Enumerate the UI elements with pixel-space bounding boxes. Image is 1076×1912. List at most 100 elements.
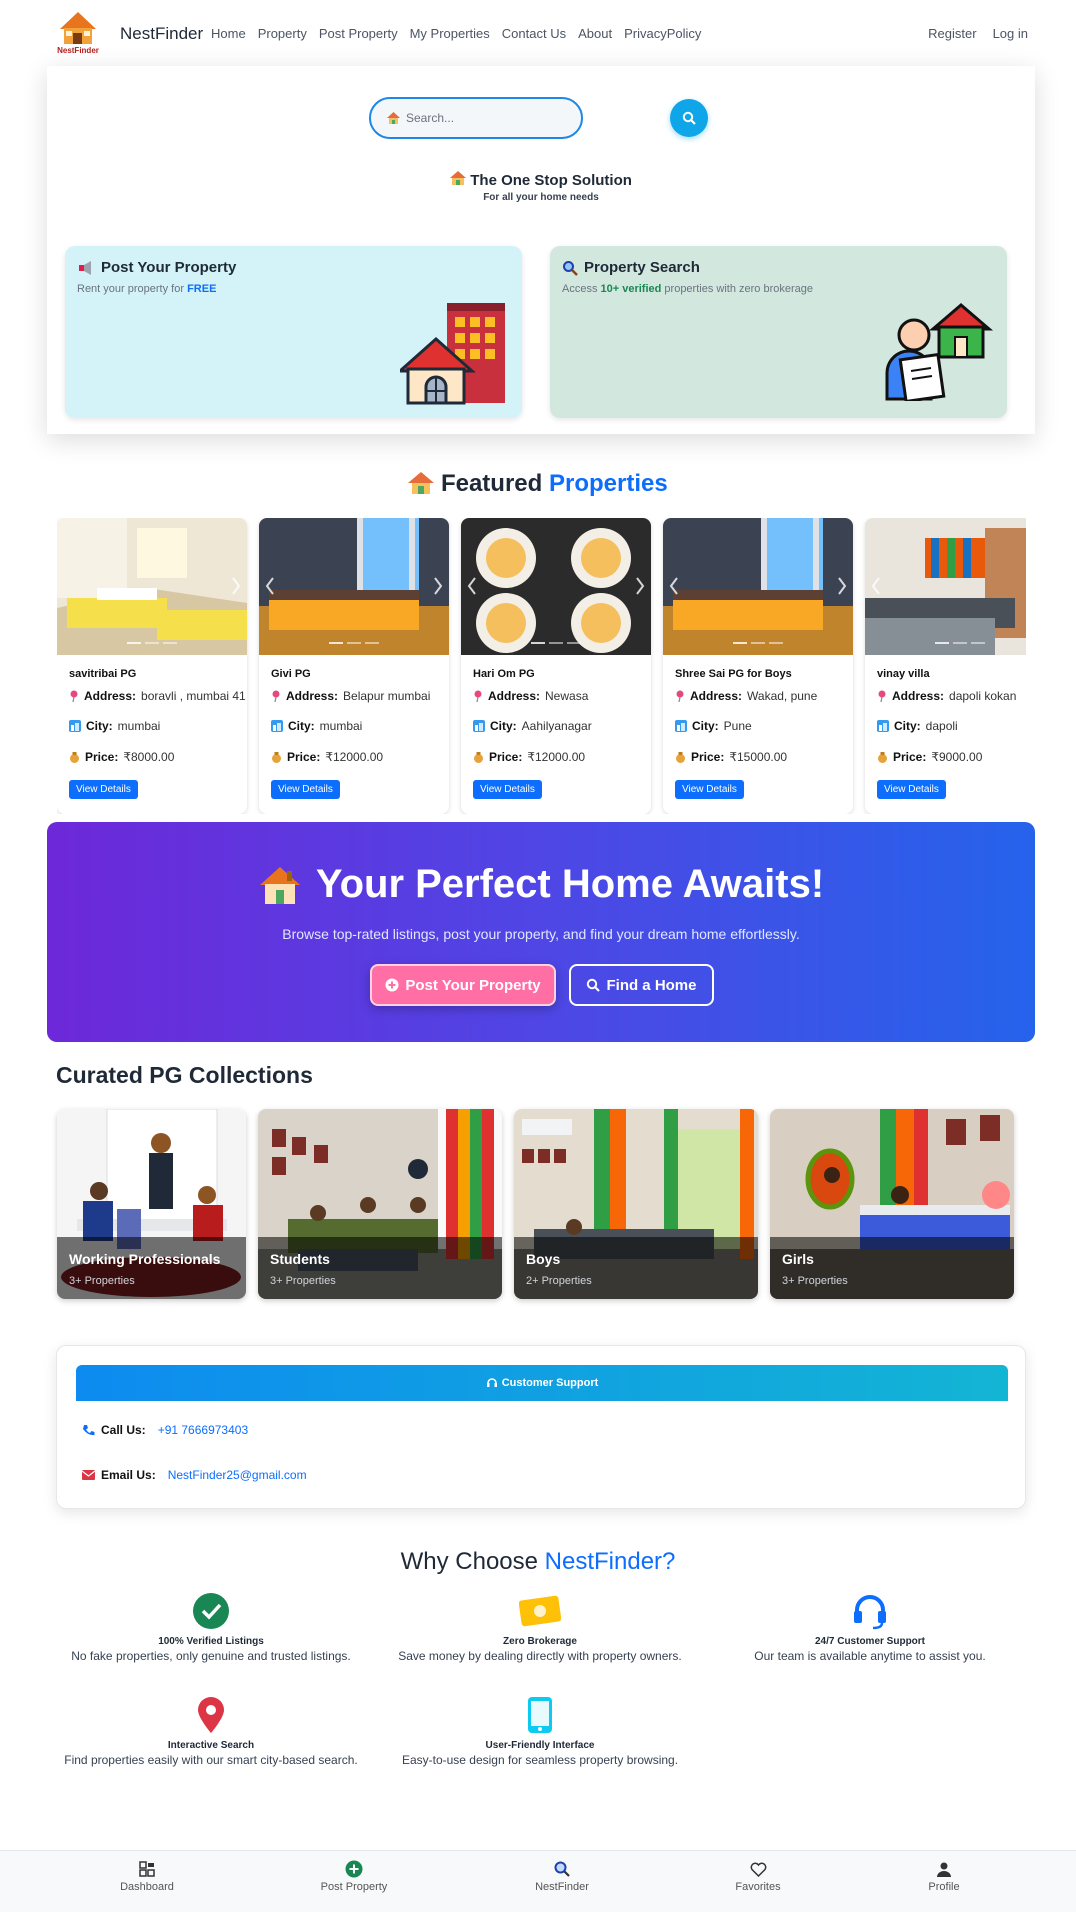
view-details-button[interactable]: View Details xyxy=(69,780,138,799)
view-details-button[interactable]: View Details xyxy=(675,780,744,799)
collection-girls[interactable]: Girls 3+ Properties xyxy=(770,1109,1014,1299)
plus-circle-icon xyxy=(385,978,399,992)
money-bag-icon xyxy=(70,752,79,763)
property-photo[interactable] xyxy=(663,518,853,655)
collection-students[interactable]: Students 3+ Properties xyxy=(258,1109,502,1299)
property-address: Address: Belapur mumbai xyxy=(271,689,430,703)
collection-count: 3+ Properties xyxy=(782,1275,848,1287)
why-item-desc: Find properties easily with our smart ci… xyxy=(64,1753,358,1767)
why-item-title: 100% Verified Listings xyxy=(158,1636,264,1647)
property-photo[interactable] xyxy=(259,518,449,655)
banner-subtitle: Browse top-rated listings, post your pro… xyxy=(282,926,800,942)
pushpin-icon xyxy=(676,690,684,702)
search-card-subtitle: Access 10+ verified properties with zero… xyxy=(562,283,813,295)
envelope-icon xyxy=(82,1470,95,1480)
why-item-desc: Our team is available anytime to assist … xyxy=(754,1649,986,1663)
banner-find-home-button[interactable]: Find a Home xyxy=(569,964,714,1006)
login-link[interactable]: Log in xyxy=(993,26,1028,41)
city-icon xyxy=(877,720,889,732)
why-verified-listings: 100% Verified Listings No fake propertie… xyxy=(46,1592,376,1663)
heart-icon xyxy=(750,1862,766,1877)
support-email-link[interactable]: NestFinder25@gmail.com xyxy=(168,1468,307,1482)
nestfinder-logo[interactable]: NestFinder xyxy=(52,9,104,55)
nav-property[interactable]: Property xyxy=(258,26,307,41)
city-icon xyxy=(473,720,485,732)
property-card[interactable]: Givi PG Address: Belapur mumbai City: mumbai… xyxy=(259,518,449,814)
house-icon xyxy=(259,866,300,904)
person-house-illustration xyxy=(885,303,994,401)
pushpin-icon xyxy=(272,690,280,702)
bottom-nav-profile[interactable]: Profile xyxy=(884,1859,1004,1893)
property-address: Address: dapoli kokan xyxy=(877,689,1016,703)
why-zero-brokerage: Zero Brokerage Save money by dealing dir… xyxy=(375,1592,705,1663)
property-address: Address: Newasa xyxy=(473,689,588,703)
headset-icon xyxy=(486,1378,497,1387)
bottom-navigation: Dashboard Post Property NestFinder Favor… xyxy=(0,1850,1076,1912)
brand-name[interactable]: NestFinder xyxy=(120,24,203,44)
property-card[interactable]: Hari Om PG Address: Newasa City: Aahilyanaga… xyxy=(461,518,651,814)
bottom-nav-post-property[interactable]: Post Property xyxy=(294,1859,414,1893)
collection-name: Girls xyxy=(782,1251,814,1267)
headset-icon xyxy=(854,1595,886,1630)
banner-title-text: Your Perfect Home Awaits! xyxy=(315,862,825,906)
home-icon xyxy=(387,112,400,124)
collection-working-professionals[interactable]: Working Professionals 3+ Properties xyxy=(57,1109,246,1299)
view-details-button[interactable]: View Details xyxy=(877,780,946,799)
post-card-title-text: Post Your Property xyxy=(101,259,237,276)
bottom-nav-dashboard[interactable]: Dashboard xyxy=(87,1859,207,1893)
money-bag-icon xyxy=(474,752,483,763)
nav-links: Home Property Post Property My Propertie… xyxy=(211,26,701,41)
banner-post-property-button[interactable]: Post Your Property xyxy=(370,964,556,1006)
property-card[interactable]: Shree Sai PG for Boys Address: Wakad, pune… xyxy=(663,518,853,814)
collection-boys[interactable]: Boys 2+ Properties xyxy=(514,1109,758,1299)
why-item-desc: No fake properties, only genuine and tru… xyxy=(71,1649,351,1663)
property-card[interactable]: vinay villa Address: dapoli kokan City: dapo… xyxy=(865,518,1026,814)
view-details-button[interactable]: View Details xyxy=(473,780,542,799)
pushpin-icon xyxy=(878,690,886,702)
search-icon xyxy=(554,1861,570,1877)
banner-title: Your Perfect Home Awaits! xyxy=(47,862,1035,907)
megaphone-icon xyxy=(79,260,91,275)
nav-home[interactable]: Home xyxy=(211,26,246,41)
property-city: City: mumbai xyxy=(271,719,362,733)
property-search-card[interactable]: Property Search Access 10+ verified prop… xyxy=(550,246,1007,418)
why-choose-title: Why Choose NestFinder? xyxy=(400,1548,676,1575)
post-property-card[interactable]: Post Your Property Rent your property fo… xyxy=(65,246,522,418)
auth-links: Register Log in xyxy=(928,26,1028,41)
plus-circle-icon xyxy=(345,1860,363,1878)
home-icon xyxy=(450,171,467,185)
nav-contact-us[interactable]: Contact Us xyxy=(502,26,566,41)
property-photo[interactable] xyxy=(57,518,247,655)
search-icon xyxy=(587,978,601,992)
search-input[interactable]: Search... xyxy=(369,97,583,139)
logo-wordmark: NestFinder xyxy=(57,46,99,55)
dashboard-icon xyxy=(139,1861,155,1877)
tagline-subtitle: For all your home needs xyxy=(483,192,599,203)
support-phone-link[interactable]: +91 7666973403 xyxy=(158,1423,248,1437)
why-item-title: User-Friendly Interface xyxy=(485,1740,595,1751)
customer-support-card: Customer Support Call Us: +91 7666973403… xyxy=(56,1345,1026,1509)
search-button[interactable] xyxy=(670,99,708,137)
register-link[interactable]: Register xyxy=(928,26,976,41)
property-city: City: mumbai xyxy=(69,719,160,733)
why-item-desc: Easy-to-use design for seamless property… xyxy=(401,1753,679,1767)
city-icon xyxy=(675,720,687,732)
property-photo[interactable] xyxy=(865,518,1026,655)
nav-privacy-policy[interactable]: PrivacyPolicy xyxy=(624,26,701,41)
nav-about[interactable]: About xyxy=(578,26,612,41)
nav-my-properties[interactable]: My Properties xyxy=(410,26,490,41)
nav-post-property[interactable]: Post Property xyxy=(319,26,398,41)
collection-overlay xyxy=(57,1237,246,1299)
money-bill-icon xyxy=(519,1595,561,1627)
bottom-nav-nestfinder[interactable]: NestFinder xyxy=(502,1859,622,1893)
property-card[interactable]: savitribai PG Address: boravli , mumbai 41… xyxy=(57,518,247,814)
view-details-button[interactable]: View Details xyxy=(271,780,340,799)
search-card-title: Property Search xyxy=(562,259,700,276)
bottom-nav-favorites[interactable]: Favorites xyxy=(698,1859,818,1893)
property-name: Shree Sai PG for Boys xyxy=(675,668,792,680)
collection-name: Students xyxy=(270,1251,330,1267)
property-photo[interactable] xyxy=(461,518,651,655)
property-price: Price: ₹12000.00 xyxy=(473,750,585,764)
why-item-desc: Save money by dealing directly with prop… xyxy=(398,1649,682,1663)
property-name: vinay villa xyxy=(877,668,930,680)
